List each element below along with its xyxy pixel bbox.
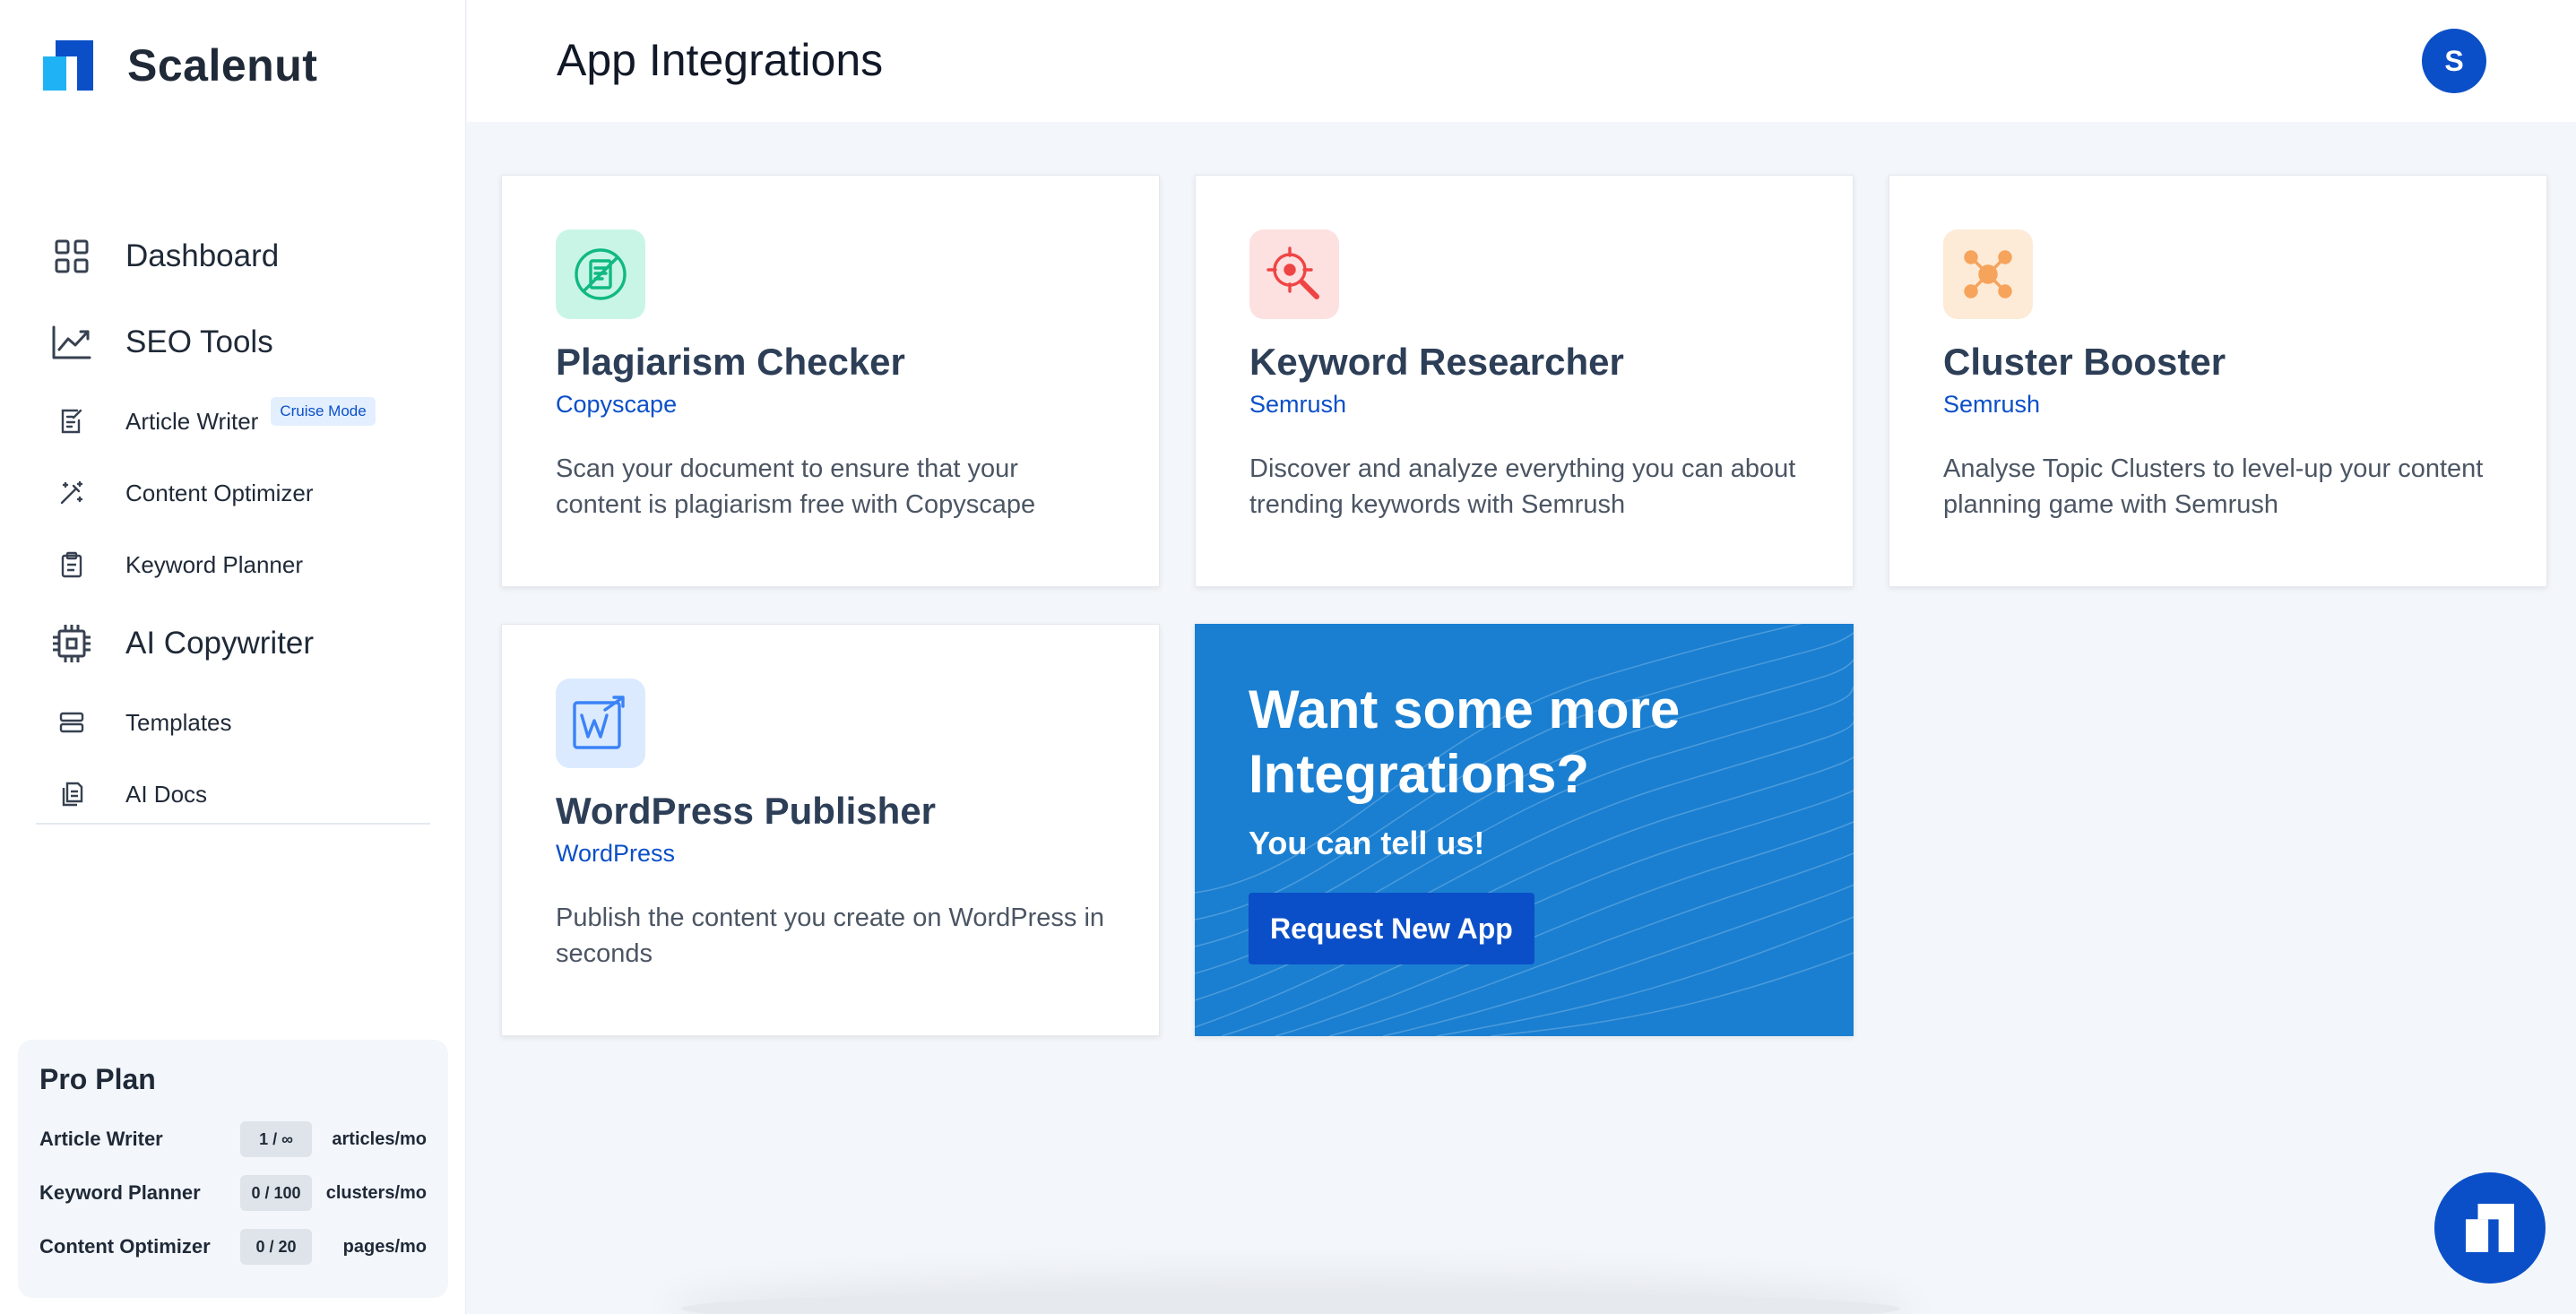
plagiarism-icon xyxy=(556,229,645,319)
promo-subtitle: You can tell us! xyxy=(1249,825,1485,861)
plan-row: Keyword Planner 0 / 100 clusters/mo xyxy=(39,1166,427,1220)
plan-row: Content Optimizer 0 / 20 pages/mo xyxy=(39,1220,427,1274)
plan-row-name: Article Writer xyxy=(39,1128,163,1150)
card-title: Plagiarism Checker xyxy=(556,341,905,383)
plan-row-name: Keyword Planner xyxy=(39,1181,201,1204)
card-title: Keyword Researcher xyxy=(1249,341,1624,383)
sidebar-item-label: AI Docs xyxy=(125,780,208,808)
integration-card-cluster-booster[interactable]: Cluster Booster Semrush Analyse Topic Cl… xyxy=(1889,175,2547,587)
brand-name: Scalenut xyxy=(127,40,318,91)
sidebar-item-seo-tools[interactable]: SEO Tools xyxy=(47,299,441,385)
sidebar-item-label: Article Writer xyxy=(125,407,259,435)
sidebar-item-dashboard[interactable]: Dashboard xyxy=(47,213,441,299)
sidebar-item-ai-docs[interactable]: AI Docs xyxy=(47,758,441,830)
card-description: Publish the content you create on WordPr… xyxy=(556,903,1105,968)
sidebar-item-label: Dashboard xyxy=(125,238,280,273)
plan-row-usage: 1 / ∞ xyxy=(240,1121,312,1157)
card-vendor: Semrush xyxy=(1249,391,1347,418)
sidebar-nav: Dashboard SEO Tools Article Writer Cruis… xyxy=(47,213,441,830)
cluster-icon xyxy=(1943,229,2033,319)
plan-row: Article Writer 1 / ∞ articles/mo xyxy=(39,1112,427,1166)
card-title: Cluster Booster xyxy=(1943,341,2226,383)
top-header: App Integrations S xyxy=(467,0,2576,122)
sidebar-item-keyword-planner[interactable]: Keyword Planner xyxy=(47,529,441,601)
sidebar-divider xyxy=(36,823,430,825)
scalenut-logo-icon xyxy=(2466,1204,2514,1252)
docs-icon xyxy=(47,776,97,812)
trend-chart-icon xyxy=(47,317,97,367)
integration-card-keyword-researcher[interactable]: Keyword Researcher Semrush Discover and … xyxy=(1195,175,1854,587)
card-vendor: Semrush xyxy=(1943,391,2041,418)
card-vendor: Copyscape xyxy=(556,391,678,418)
plan-row-unit: clusters/mo xyxy=(325,1182,427,1203)
sidebar-item-article-writer[interactable]: Article Writer Cruise Mode xyxy=(47,385,441,457)
plan-row-unit: articles/mo xyxy=(332,1128,427,1149)
cpu-chip-icon xyxy=(47,618,97,669)
page-title: App Integrations xyxy=(557,35,884,85)
card-description: Analyse Topic Clusters to level-up your … xyxy=(1943,454,2484,519)
sidebar-item-content-optimizer[interactable]: Content Optimizer xyxy=(47,457,441,529)
sidebar-item-label: Keyword Planner xyxy=(125,550,303,578)
target-search-icon xyxy=(1249,229,1339,319)
sidebar-item-label: SEO Tools xyxy=(125,324,273,359)
wordpress-icon xyxy=(556,679,645,768)
user-avatar[interactable]: S xyxy=(2422,29,2486,93)
templates-icon xyxy=(47,705,97,740)
card-vendor: WordPress xyxy=(556,840,676,867)
request-integration-card: Want some more Integrations? You can tel… xyxy=(1195,624,1854,1036)
brand[interactable]: Scalenut xyxy=(43,39,317,91)
promo-title: Want some more Integrations? xyxy=(1249,679,1681,804)
plan-row-name: Content Optimizer xyxy=(39,1235,211,1258)
scalenut-logo-icon xyxy=(43,40,93,91)
sidebar-item-label: AI Copywriter xyxy=(125,626,315,661)
integration-card-plagiarism-checker[interactable]: Plagiarism Checker Copyscape Scan your d… xyxy=(501,175,1160,587)
scalenut-chat-button[interactable] xyxy=(2434,1172,2546,1284)
sidebar: Scalenut Dashboard SEO Tools Article Wri… xyxy=(0,0,466,1314)
card-title: WordPress Publisher xyxy=(556,790,937,832)
plan-row-usage: 0 / 100 xyxy=(240,1175,312,1211)
edit-doc-icon xyxy=(47,403,97,439)
card-description: Discover and analyze everything you can … xyxy=(1249,454,1796,519)
plan-row-usage: 0 / 20 xyxy=(240,1229,312,1265)
plan-title: Pro Plan xyxy=(39,1063,156,1095)
request-new-app-button[interactable]: Request New App xyxy=(1249,893,1534,964)
card-description: Scan your document to ensure that your c… xyxy=(556,454,1036,519)
integration-card-wordpress-publisher[interactable]: WordPress Publisher WordPress Publish th… xyxy=(501,624,1160,1036)
sidebar-item-label: Content Optimizer xyxy=(125,479,314,506)
sidebar-item-ai-copywriter[interactable]: AI Copywriter xyxy=(47,601,441,687)
clipboard-icon xyxy=(47,547,97,583)
plan-row-unit: pages/mo xyxy=(342,1236,427,1257)
grid-icon xyxy=(47,231,97,281)
bottom-shadow xyxy=(681,1291,1900,1314)
cruise-mode-badge: Cruise Mode xyxy=(271,397,376,426)
sidebar-item-templates[interactable]: Templates xyxy=(47,687,441,758)
sidebar-item-label: Templates xyxy=(125,708,232,736)
plan-usage-panel: Pro Plan Article Writer 1 / ∞ articles/m… xyxy=(18,1040,448,1298)
magic-wand-icon xyxy=(47,475,97,511)
